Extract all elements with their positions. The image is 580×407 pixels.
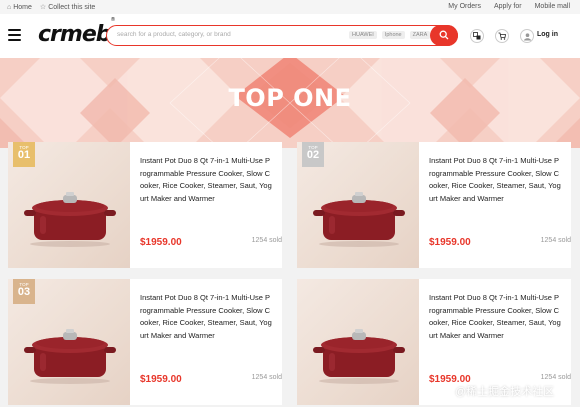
product-sold-count: 1254 sold	[251, 237, 282, 244]
product-card[interactable]: TOP 01 Instant Pot Duo 8 Qt 7-in-1 Multi…	[8, 142, 282, 268]
cart-icon[interactable]	[495, 29, 509, 43]
mobile-mall-link[interactable]: Mobile mall	[535, 3, 570, 10]
product-sold-count: 1254 sold	[540, 374, 571, 381]
product-name[interactable]: Instant Pot Duo 8 Qt 7-in-1 Multi-Use Pr…	[429, 155, 561, 205]
search-button[interactable]	[430, 24, 458, 46]
home-icon: ⌂	[7, 3, 12, 11]
top-one-banner: TOP ONE	[0, 58, 580, 148]
header: crmeb® search for a product, category, o…	[0, 14, 580, 58]
search-icon	[439, 30, 449, 40]
product-name[interactable]: Instant Pot Duo 8 Qt 7-in-1 Multi-Use Pr…	[140, 155, 272, 205]
product-name[interactable]: Instant Pot Duo 8 Qt 7-in-1 Multi-Use Pr…	[429, 292, 561, 342]
top-bar: ⌂ Home ☆ Collect this site My Orders App…	[0, 0, 580, 14]
search-input[interactable]: search for a product, category, or brand	[117, 31, 231, 38]
rank-badge: TOP 03	[13, 279, 35, 304]
product-card[interactable]: TOP 02 Instant Pot Duo 8 Qt 7-in-1 Multi…	[297, 142, 571, 268]
product-image[interactable]	[297, 279, 419, 405]
collect-label: Collect this site	[48, 3, 96, 11]
search-tag[interactable]: Iphone	[381, 31, 405, 39]
product-price: $1959.00	[429, 237, 471, 248]
logo-text: crmeb	[38, 22, 111, 47]
search-tag[interactable]: ZARA	[409, 31, 431, 39]
collect-link[interactable]: ☆ Collect this site	[39, 3, 96, 12]
watermark-text: @稀土掘金技术社区	[455, 386, 555, 398]
rank-badge-number: 01	[17, 149, 31, 161]
home-label: Home	[13, 3, 32, 11]
product-card[interactable]: TOP 03 Instant Pot Duo 8 Qt 7-in-1 Multi…	[8, 279, 282, 405]
watermark: @稀土掘金技术社区	[455, 383, 554, 399]
language-icon[interactable]	[470, 29, 484, 43]
menu-icon[interactable]	[8, 29, 21, 41]
rank-badge: TOP 02	[302, 142, 324, 167]
search-bar: search for a product, category, or brand…	[106, 24, 458, 46]
product-name[interactable]: Instant Pot Duo 8 Qt 7-in-1 Multi-Use Pr…	[140, 292, 272, 342]
product-price: $1959.00	[140, 237, 182, 248]
my-orders-link[interactable]: My Orders	[448, 3, 481, 10]
logo-mark: ®	[110, 16, 115, 23]
search-tag[interactable]: HUAWEI	[349, 31, 377, 39]
rank-badge-number: 02	[306, 149, 320, 161]
product-sold-count: 1254 sold	[251, 374, 282, 381]
logo[interactable]: crmeb®	[38, 17, 115, 47]
banner-title: TOP ONE	[228, 84, 352, 112]
search-tags: HUAWEI Iphone ZARA	[349, 31, 431, 39]
rank-badge: TOP 01	[13, 142, 35, 167]
home-link[interactable]: ⌂ Home	[7, 4, 32, 11]
rank-badge-number: 03	[17, 286, 31, 298]
star-icon: ☆	[39, 4, 47, 11]
avatar-icon[interactable]	[520, 29, 534, 43]
product-sold-count: 1254 sold	[540, 237, 571, 244]
login-link[interactable]: Log in	[537, 31, 558, 38]
product-price: $1959.00	[140, 374, 182, 385]
apply-for-link[interactable]: Apply for	[494, 3, 522, 10]
